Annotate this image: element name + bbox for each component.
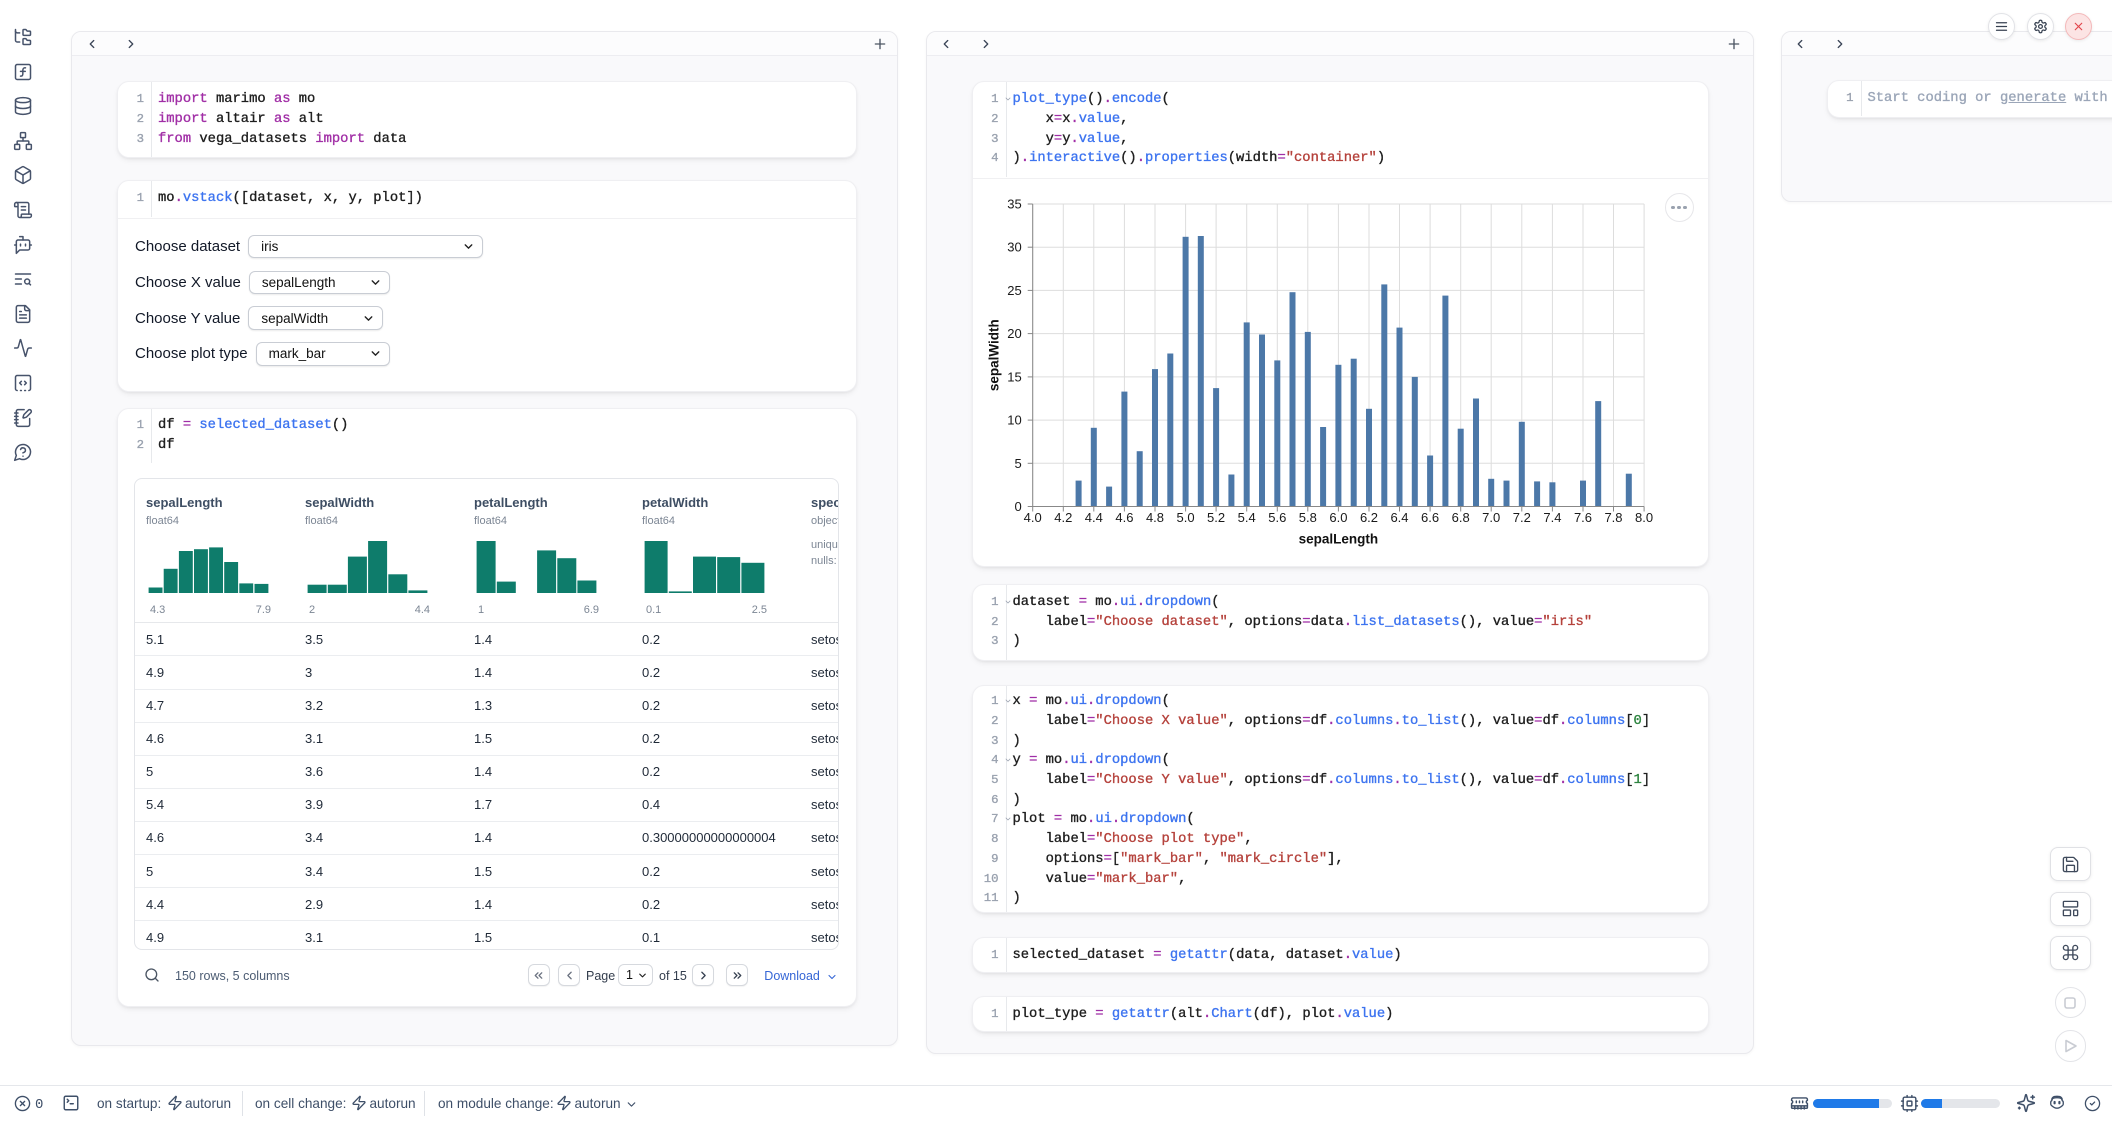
svg-text:4.4: 4.4 (1084, 510, 1102, 525)
svg-text:5.6: 5.6 (1268, 510, 1286, 525)
svg-text:sepalLength: sepalLength (1298, 532, 1378, 547)
svg-text:6.2: 6.2 (1359, 510, 1377, 525)
svg-text:6.4: 6.4 (1390, 510, 1408, 525)
svg-text:25: 25 (1007, 283, 1021, 298)
svg-text:7.2: 7.2 (1512, 510, 1530, 525)
svg-text:7.6: 7.6 (1573, 510, 1591, 525)
svg-text:6.0: 6.0 (1329, 510, 1347, 525)
svg-text:7.8: 7.8 (1604, 510, 1622, 525)
svg-text:5: 5 (1014, 456, 1021, 471)
svg-text:4.6: 4.6 (1115, 510, 1133, 525)
svg-text:4.2: 4.2 (1054, 510, 1072, 525)
svg-text:5.2: 5.2 (1207, 510, 1225, 525)
svg-text:5.0: 5.0 (1176, 510, 1194, 525)
svg-text:5.4: 5.4 (1237, 510, 1255, 525)
svg-text:30: 30 (1007, 240, 1021, 255)
svg-text:0: 0 (1014, 499, 1021, 514)
svg-text:35: 35 (1007, 197, 1021, 212)
svg-text:7.0: 7.0 (1482, 510, 1500, 525)
svg-text:8.0: 8.0 (1635, 510, 1653, 525)
svg-text:6.6: 6.6 (1421, 510, 1439, 525)
svg-text:7.4: 7.4 (1543, 510, 1561, 525)
svg-text:15: 15 (1007, 369, 1021, 384)
svg-text:5.8: 5.8 (1298, 510, 1316, 525)
svg-text:20: 20 (1007, 326, 1021, 341)
svg-text:4.8: 4.8 (1145, 510, 1163, 525)
svg-text:10: 10 (1007, 413, 1021, 428)
svg-text:4.0: 4.0 (1023, 510, 1041, 525)
svg-text:sepalWidth: sepalWidth (986, 319, 1001, 391)
svg-text:6.8: 6.8 (1451, 510, 1469, 525)
